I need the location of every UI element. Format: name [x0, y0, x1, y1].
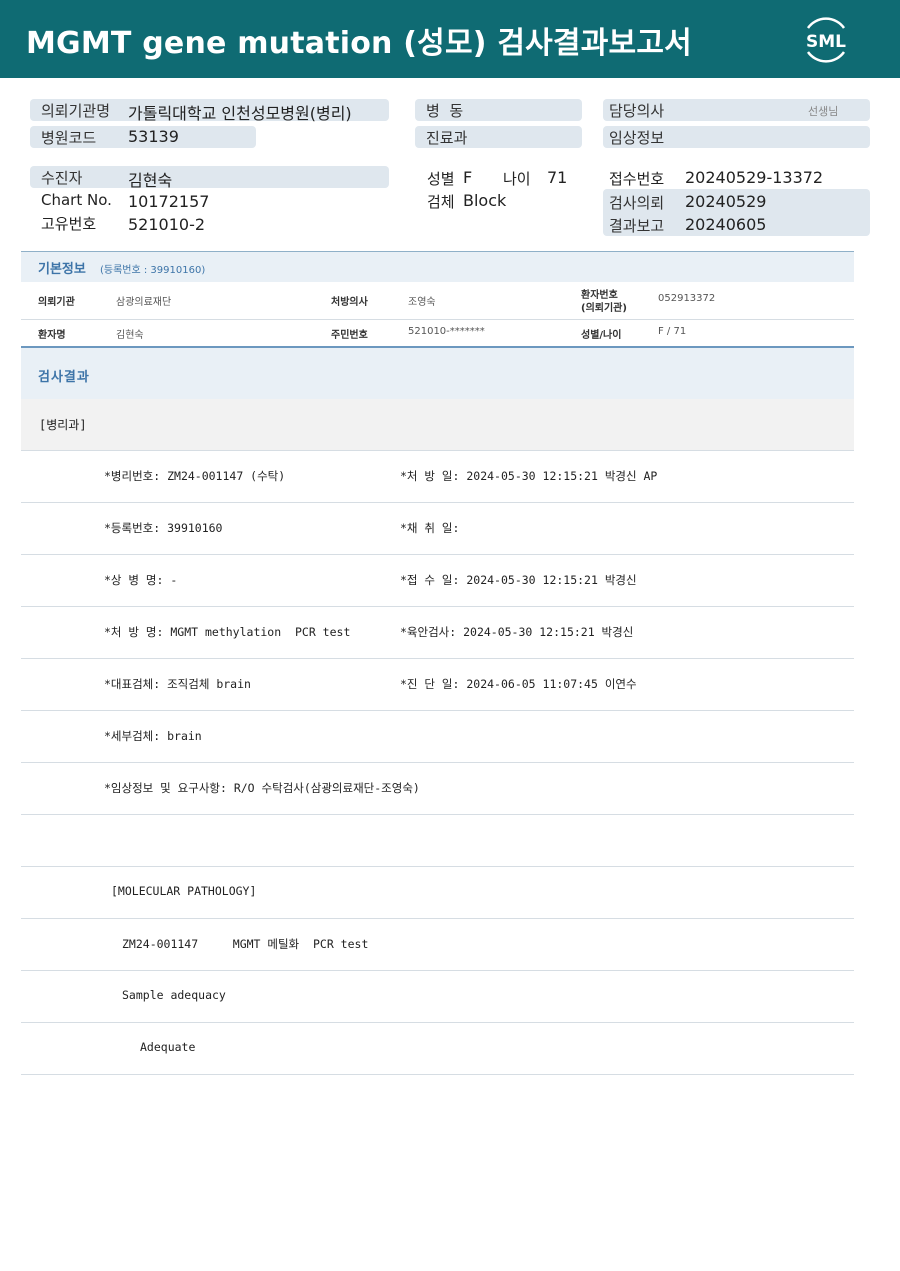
prescriber-value: 조영숙 [408, 297, 436, 308]
report-date-label: 결과보고 [609, 217, 665, 235]
sex-age-label: 성별/나이 [581, 330, 622, 341]
request-report-field: 검사의뢰 20240529 결과보고 20240605 [603, 189, 870, 236]
result-left: *대표검체: 조직검체 brain [104, 677, 251, 691]
sex-label: 성별 [427, 170, 455, 188]
department-row: [병리과] [21, 399, 854, 451]
age-value: 71 [547, 168, 568, 187]
doctor-suffix: 선생님 [808, 105, 839, 118]
basic-info-title: 기본정보 [38, 262, 86, 277]
results-title: 검사결과 [38, 370, 90, 385]
result-left: *등록번호: 39910160 [104, 521, 223, 535]
clinical-info-label: 임상정보 [609, 129, 665, 147]
prescriber-label: 처방의사 [331, 297, 368, 308]
result-row: *등록번호: 39910160 *채 취 일: [21, 503, 854, 555]
result-right: *진 단 일: 2024-06-05 11:07:45 이연수 [400, 677, 637, 691]
basic-info-header: 기본정보 (등록번호 : 39910160) [21, 251, 854, 282]
result-right: *접 수 일: 2024-05-30 12:15:21 박경신 [400, 573, 637, 587]
request-date-value: 20240529 [685, 192, 767, 211]
report-header: MGMT gene mutation (성모) 검사결과보고서 SML [0, 0, 900, 78]
basic-info-row-2: 환자명 김현숙 주민번호 521010-******* 성별/나이 F / 71 [21, 320, 854, 346]
sample-adequacy-row: Sample adequacy [21, 971, 854, 1023]
result-left: *임상정보 및 요구사항: R/O 수탁검사(삼광의료재단-조영숙) [104, 781, 420, 795]
hospital-code-value: 53139 [128, 127, 179, 146]
result-left: *세부검체: brain [104, 729, 202, 743]
patient-no-sublabel: (의뢰기관) [581, 303, 627, 314]
chart-no-value: 10172157 [128, 192, 210, 211]
clinical-info-field: 임상정보 [603, 126, 870, 148]
doctor-label: 담당의사 [609, 102, 665, 120]
result-right: *채 취 일: [400, 521, 460, 535]
molecular-pathology-label: [MOLECULAR PATHOLOGY] [111, 884, 257, 898]
sample-adequacy-label: Sample adequacy [122, 988, 226, 1002]
rrn-label: 주민번호 [331, 330, 368, 341]
receipt-no-value: 20240529-13372 [685, 168, 824, 187]
ward-label: 병 동 [426, 102, 464, 120]
blank-row [21, 815, 854, 867]
patient-value: 김현숙 [128, 171, 173, 190]
result-row: *상 병 명: - *접 수 일: 2024-05-30 12:15:21 박경… [21, 555, 854, 607]
hospital-code-label: 병원코드 [41, 129, 97, 147]
inst-value: 삼광의료재단 [116, 297, 172, 308]
receipt-no-label: 접수번호 [609, 170, 665, 188]
hospital-code-field: 병원코드 53139 [30, 126, 256, 148]
sample-adequacy-value: Adequate [140, 1040, 196, 1054]
inst-label: 의뢰기관 [38, 297, 75, 308]
dept-field: 진료과 [415, 126, 582, 148]
test-row: ZM24-001147 MGMT 메틸화 PCR test [21, 919, 854, 971]
age-label: 나이 [503, 170, 531, 188]
chart-no-label: Chart No. [41, 191, 112, 209]
request-date-label: 검사의뢰 [609, 194, 665, 212]
result-row: *처 방 명: MGMT methylation PCR test *육안검사:… [21, 607, 854, 659]
svg-text:SML: SML [806, 32, 846, 52]
rrn-value: 521010-******* [408, 326, 485, 337]
sex-age-value: F / 71 [658, 326, 687, 337]
results-header: 검사결과 [21, 346, 854, 401]
sml-logo: SML [806, 17, 846, 63]
institution-field: 의뢰기관명 가톨릭대학교 인천성모병원(병리) [30, 99, 389, 123]
institution-label: 의뢰기관명 [41, 102, 111, 120]
result-row: *세부검체: brain [21, 711, 854, 763]
result-row: *병리번호: ZM24-001147 (수탁) *처 방 일: 2024-05-… [21, 451, 854, 503]
patient-name-label: 환자명 [38, 330, 66, 341]
institution-value: 가톨릭대학교 인천성모병원(병리) [128, 104, 352, 123]
specimen-label: 검체 [427, 193, 455, 211]
result-left: *병리번호: ZM24-001147 (수탁) [104, 469, 286, 483]
report-title: MGMT gene mutation (성모) 검사결과보고서 [26, 26, 692, 61]
result-left: *처 방 명: MGMT methylation PCR test [104, 625, 351, 639]
sample-adequacy-value-row: Adequate [21, 1023, 854, 1075]
test-name: ZM24-001147 MGMT 메틸화 PCR test [122, 937, 369, 951]
dept-label: 진료과 [426, 129, 468, 147]
report-date-value: 20240605 [685, 215, 767, 234]
result-row: *대표검체: 조직검체 brain *진 단 일: 2024-06-05 11:… [21, 659, 854, 711]
ward-field: 병 동 [415, 99, 582, 121]
patient-field: 수진자 김현숙 [30, 166, 389, 190]
result-right: *처 방 일: 2024-05-30 12:15:21 박경신 AP [400, 469, 658, 483]
basic-info-row-1: 의뢰기관 삼광의료재단 처방의사 조영숙 환자번호 (의뢰기관) 0529133… [21, 282, 854, 320]
patient-no-value: 052913372 [658, 293, 716, 304]
doctor-field: 담당의사 선생님 [603, 99, 870, 121]
molecular-row: [MOLECULAR PATHOLOGY] [21, 867, 854, 919]
result-row: *임상정보 및 요구사항: R/O 수탁검사(삼광의료재단-조영숙) [21, 763, 854, 815]
unique-no-label: 고유번호 [41, 215, 97, 233]
basic-info-reg-no: (등록번호 : 39910160) [100, 265, 206, 276]
unique-no-value: 521010-2 [128, 215, 206, 234]
specimen-value: Block [463, 191, 507, 210]
sex-value: F [463, 168, 473, 187]
result-left: *상 병 명: - [104, 573, 178, 587]
patient-label: 수진자 [41, 169, 83, 187]
department-label: [병리과] [39, 418, 87, 432]
patient-name-value: 김현숙 [116, 330, 144, 341]
result-right: *육안검사: 2024-05-30 12:15:21 박경신 [400, 625, 634, 639]
